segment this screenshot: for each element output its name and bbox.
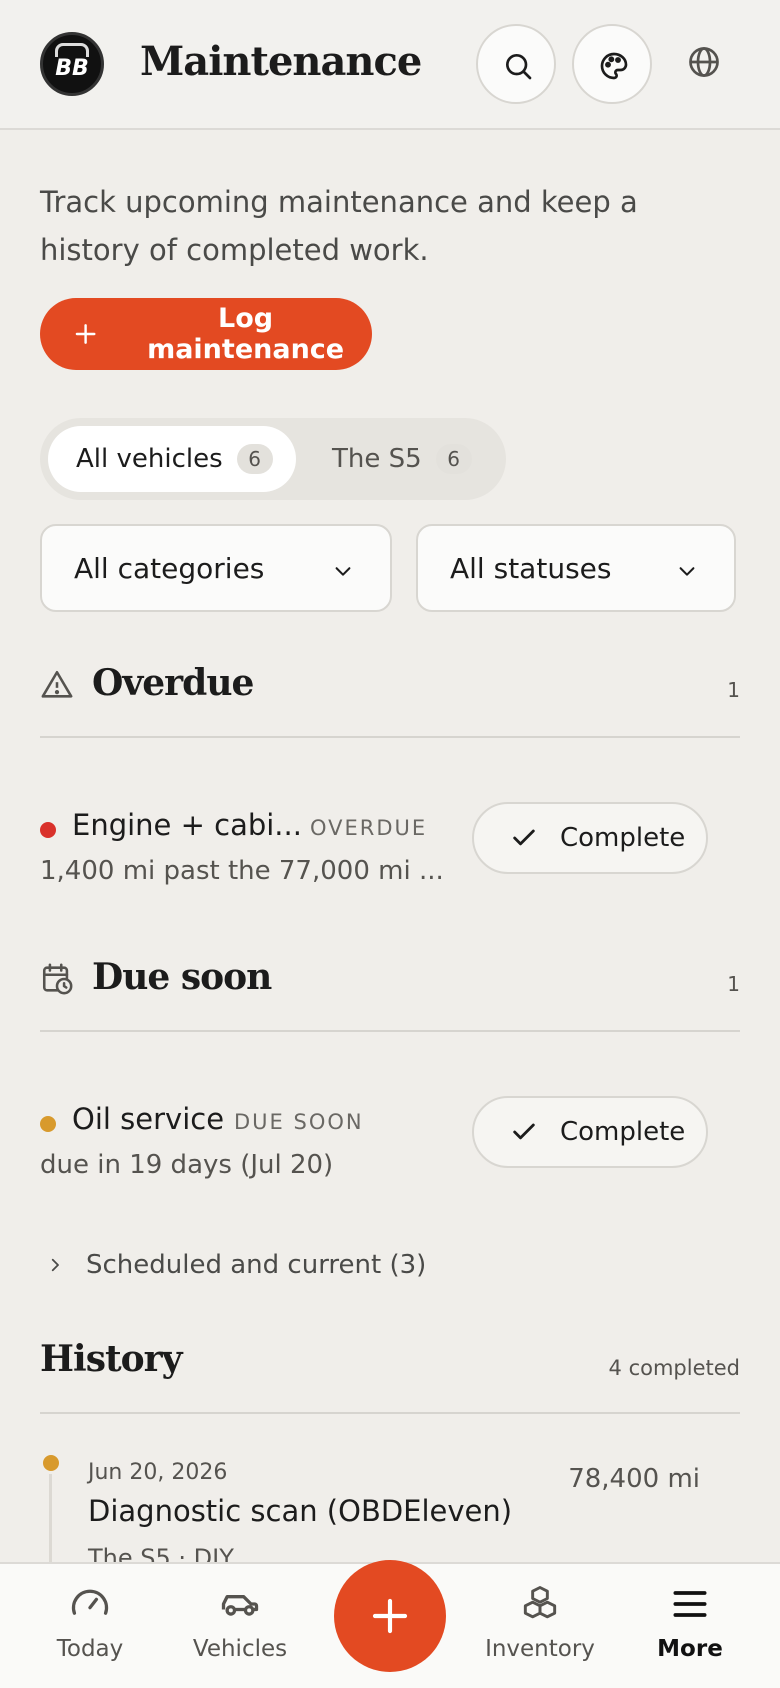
tab-label: All vehicles xyxy=(76,444,223,474)
log-maintenance-label: Log maintenance xyxy=(147,303,345,365)
scheduled-disclosure[interactable]: Scheduled and current (3) xyxy=(46,1250,426,1280)
nav-today[interactable]: Today xyxy=(20,1582,160,1662)
vehicle-filter: All vehicles 6 The S5 6 xyxy=(40,418,506,500)
item-title: Engine + cabi... xyxy=(72,808,302,842)
nav-vehicles[interactable]: Vehicles xyxy=(170,1582,310,1662)
tab-the-s5[interactable]: The S5 6 xyxy=(310,426,500,492)
car-icon xyxy=(221,1595,259,1616)
complete-label: Complete xyxy=(560,1117,686,1147)
check-icon xyxy=(513,1123,535,1140)
theme-button[interactable] xyxy=(572,24,652,104)
complete-button[interactable]: Complete xyxy=(472,802,708,874)
warning-icon xyxy=(41,670,73,698)
category-select-value: All categories xyxy=(74,551,265,585)
tab-label: The S5 xyxy=(332,444,422,474)
history-mileage: 78,400 mi xyxy=(568,1464,700,1494)
globe-icon xyxy=(689,47,719,77)
section-count: 1 xyxy=(727,678,740,702)
log-maintenance-button[interactable]: Log maintenance xyxy=(40,298,372,370)
history-date: Jun 20, 2026 xyxy=(88,1460,228,1485)
logo-text: BB xyxy=(55,56,89,81)
app-header: BB Maintenance xyxy=(0,0,780,130)
search-button[interactable] xyxy=(476,24,556,104)
tab-count: 6 xyxy=(435,444,472,474)
chevron-right-icon xyxy=(51,1258,59,1272)
status-badge: DUE SOON xyxy=(234,1110,364,1134)
chevron-down-icon xyxy=(679,567,695,576)
plus-icon xyxy=(75,324,96,344)
nav-label: More xyxy=(657,1636,723,1662)
status-select-value: All statuses xyxy=(450,551,612,585)
plus-icon xyxy=(372,1598,408,1634)
timeline-dot xyxy=(40,1452,62,1474)
nav-label: Today xyxy=(56,1636,124,1662)
section-title: History xyxy=(40,1338,182,1380)
search-icon xyxy=(505,54,532,80)
add-fab-button[interactable] xyxy=(334,1560,446,1672)
item-subtitle: 1,400 mi past the 77,000 mi ... xyxy=(40,856,444,886)
calendar-clock-icon xyxy=(42,963,73,995)
tab-all-vehicles[interactable]: All vehicles 6 xyxy=(48,426,296,492)
app-logo[interactable]: BB xyxy=(40,32,104,96)
scheduled-label: Scheduled and current (3) xyxy=(86,1250,427,1280)
list-item[interactable]: Engine + cabi... OVERDUE 1,400 mi past t… xyxy=(40,802,740,902)
status-select[interactable]: All statuses xyxy=(416,524,736,612)
nav-label: Vehicles xyxy=(192,1636,288,1662)
overdue-section-header: Overdue 1 xyxy=(40,654,740,724)
menu-icon xyxy=(673,1591,707,1617)
tab-count: 6 xyxy=(236,444,273,474)
status-dot xyxy=(40,822,56,838)
logo-roof-shape xyxy=(55,43,89,57)
nav-label: Inventory xyxy=(485,1636,595,1662)
section-count: 4 completed xyxy=(608,1356,740,1380)
history-title: Diagnostic scan (OBDEleven) xyxy=(88,1494,513,1528)
boxes-icon xyxy=(523,1586,557,1619)
status-badge: OVERDUE xyxy=(310,816,428,840)
page-description: Track upcoming maintenance and keep a hi… xyxy=(40,185,638,267)
category-select[interactable]: All categories xyxy=(40,524,392,612)
page-title: Maintenance xyxy=(140,38,422,85)
nav-inventory[interactable]: Inventory xyxy=(470,1582,610,1662)
item-subtitle: due in 19 days (Jul 20) xyxy=(40,1150,334,1180)
gauge-icon xyxy=(71,1589,109,1615)
history-item[interactable]: Jun 20, 2026 Diagnostic scan (OBDEleven)… xyxy=(40,1452,740,1594)
complete-button[interactable]: Complete xyxy=(472,1096,708,1168)
item-title: Oil service xyxy=(72,1102,225,1136)
language-button[interactable] xyxy=(686,44,722,80)
divider xyxy=(40,1412,740,1414)
status-dot xyxy=(40,1116,56,1132)
check-icon xyxy=(513,829,535,846)
due-soon-section-header: Due soon 1 xyxy=(40,948,740,1018)
section-count: 1 xyxy=(727,972,740,996)
complete-label: Complete xyxy=(560,823,686,853)
chevron-down-icon xyxy=(335,567,351,576)
history-section-header: History 4 completed xyxy=(40,1338,740,1398)
nav-more[interactable]: More xyxy=(620,1582,760,1662)
section-title: Due soon xyxy=(92,956,272,998)
divider xyxy=(40,1030,740,1032)
list-item[interactable]: Oil service DUE SOON due in 19 days (Jul… xyxy=(40,1096,740,1196)
divider xyxy=(40,736,740,738)
section-title: Overdue xyxy=(92,662,254,704)
palette-icon xyxy=(600,52,628,80)
